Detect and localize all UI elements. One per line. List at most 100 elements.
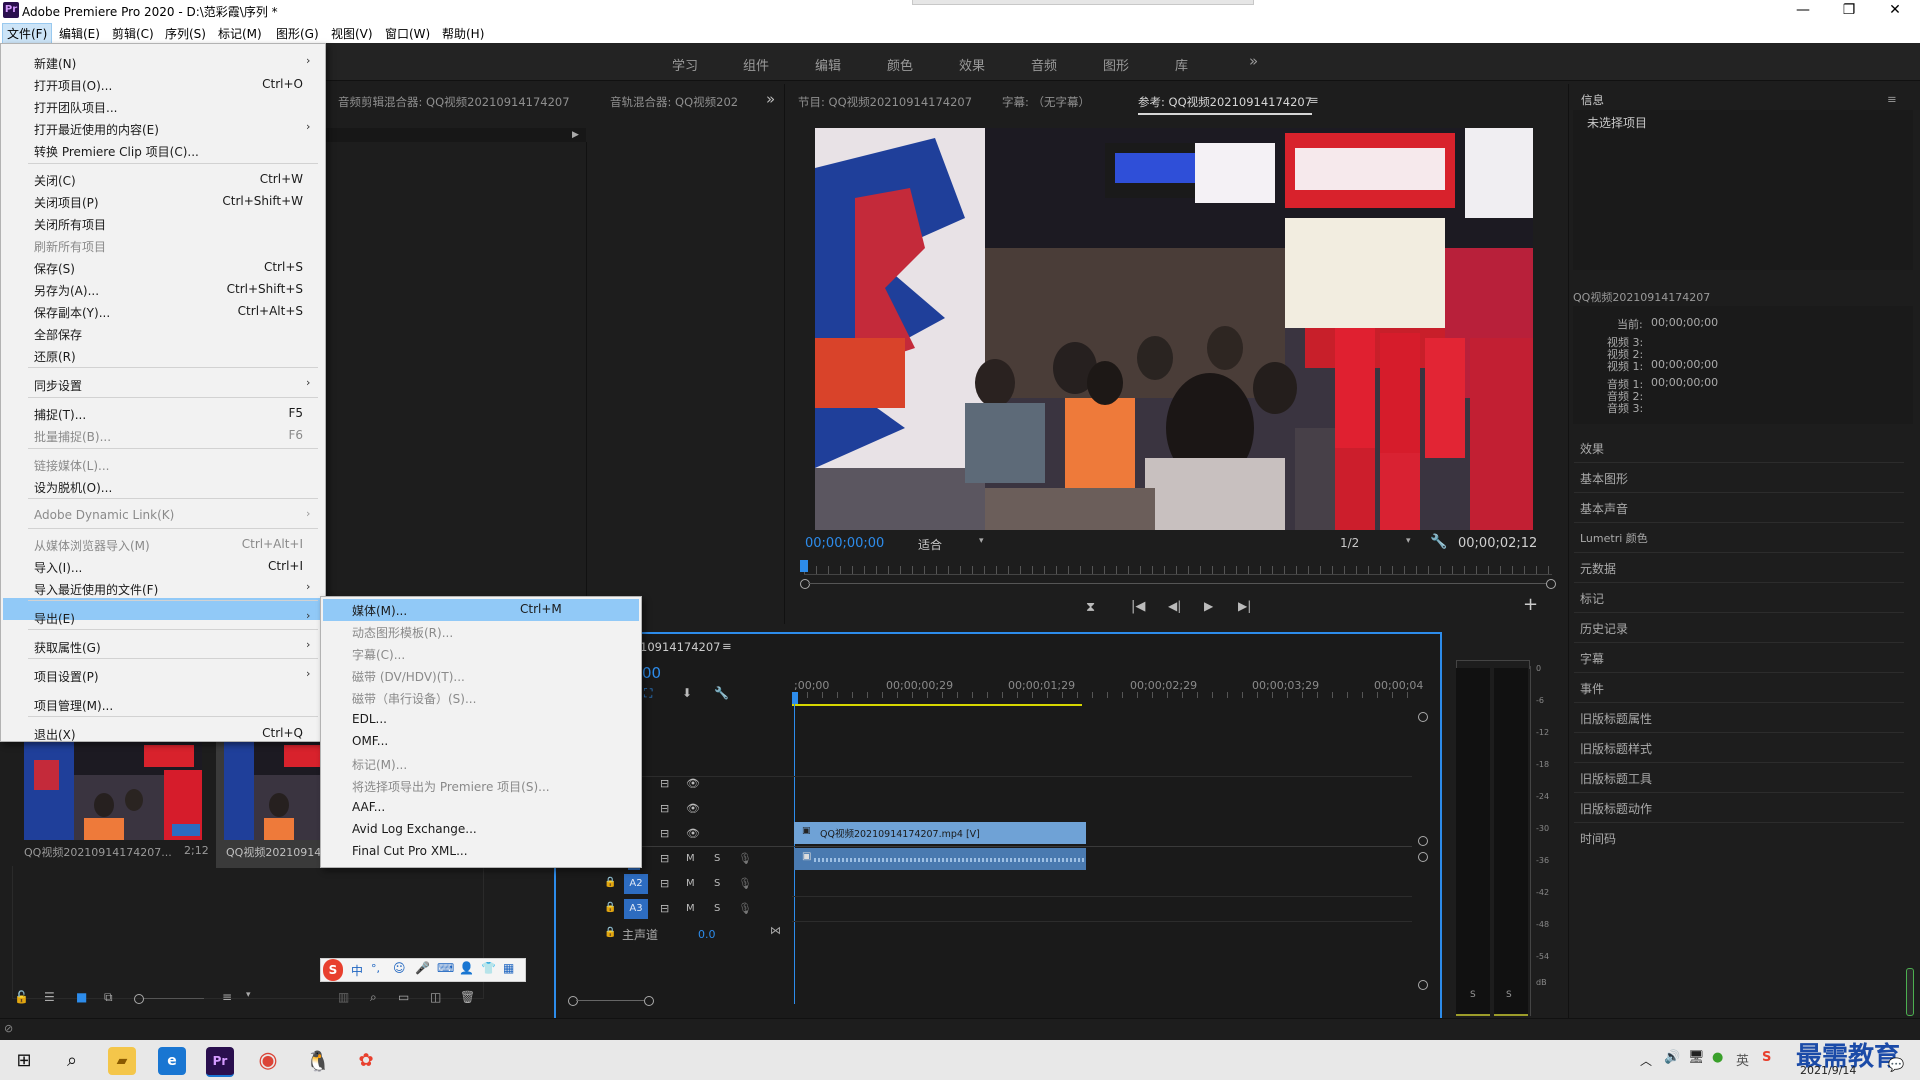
trash-icon[interactable]: 🗑	[460, 990, 475, 1004]
menu-clip[interactable]: 剪辑(C)	[108, 24, 158, 43]
meter-solo-right[interactable]: S	[1506, 990, 1512, 1000]
track-eye-icon[interactable]: 👁	[686, 802, 700, 815]
snap-icon[interactable]: ⛶	[644, 686, 652, 701]
taskbar-search-icon[interactable]: ⌕	[58, 1047, 86, 1075]
a3-mic-icon[interactable]: 🎙	[738, 902, 752, 915]
lock-icon[interactable]: 🔓	[14, 990, 29, 1004]
menu-marker[interactable]: 标记(M)	[214, 24, 266, 43]
sort-icon[interactable]: ≡	[222, 990, 232, 1004]
export-submenu-item[interactable]: OMF...	[352, 734, 388, 748]
file-menu-item[interactable]: 设为脱机(O)...	[34, 479, 112, 496]
monitor-ruler[interactable]	[804, 566, 1552, 575]
file-menu-item[interactable]: 获取属性(G)	[34, 639, 101, 656]
paint-app-icon[interactable]: ✿	[352, 1047, 380, 1075]
meter-solo-left[interactable]: S	[1470, 990, 1476, 1000]
menu-help[interactable]: 帮助(H)	[438, 24, 488, 43]
panel-events[interactable]: 事件	[1580, 680, 1604, 697]
video-clip[interactable]: ▣ QQ视频20210914174207.mp4 [V]	[794, 822, 1086, 844]
edge-browser-icon[interactable]: e	[158, 1047, 186, 1075]
a2-mute-button[interactable]: M	[686, 878, 695, 889]
qq-penguin-icon[interactable]: 🐧	[304, 1047, 332, 1075]
master-lock-icon[interactable]: 🔒	[604, 927, 616, 938]
export-submenu-item[interactable]: 媒体(M)...	[352, 602, 407, 619]
panel-history[interactable]: 历史记录	[1580, 620, 1628, 637]
ime-skin-icon[interactable]: 👕	[481, 961, 496, 975]
ime-user-icon[interactable]: 👤	[459, 961, 474, 975]
master-volume-value[interactable]: 0.0	[698, 928, 716, 941]
a2-track-label[interactable]: A2	[624, 874, 648, 894]
resolution-chevron-icon[interactable]: ▾	[1406, 536, 1411, 546]
resolution-dropdown[interactable]: 1/2	[1340, 536, 1359, 550]
a2-solo-button[interactable]: S	[714, 878, 720, 889]
file-menu-item[interactable]: 还原(R)	[34, 348, 76, 365]
panel-essential-graphics[interactable]: 基本图形	[1580, 470, 1628, 487]
timeline-wrench-icon[interactable]: 🔧	[714, 686, 729, 700]
ime-mic-icon[interactable]: 🎤	[415, 961, 430, 975]
track-sync-icon[interactable]: ⊟	[660, 852, 669, 865]
menu-view[interactable]: 视图(V)	[327, 24, 377, 43]
automate-icon[interactable]: ▥	[338, 990, 349, 1004]
export-submenu-item[interactable]: Avid Log Exchange...	[352, 822, 477, 836]
file-menu-item[interactable]: 关闭所有项目	[34, 216, 106, 233]
a2-lock-icon[interactable]: 🔒	[604, 877, 616, 888]
zoom-slider-handle[interactable]	[134, 994, 144, 1004]
track-sync-icon[interactable]: ⊟	[660, 827, 669, 840]
export-submenu-item[interactable]: Final Cut Pro XML...	[352, 844, 468, 858]
export-submenu-item[interactable]: EDL...	[352, 712, 387, 726]
timeline-playhead-head[interactable]	[792, 692, 798, 704]
maximize-button[interactable]: ❐	[1826, 0, 1872, 21]
file-menu-item[interactable]: 项目管理(M)...	[34, 697, 113, 714]
freeform-view-icon[interactable]: ⧉	[104, 990, 113, 1005]
panel-captions[interactable]: 字幕	[1580, 650, 1604, 667]
tab-reference-monitor[interactable]: 参考: QQ视频20210914174207	[1138, 94, 1313, 115]
h-scroll-handle-right[interactable]	[644, 996, 654, 1006]
menu-window[interactable]: 窗口(W)	[381, 24, 434, 43]
menu-edit[interactable]: 编辑(E)	[55, 24, 104, 43]
sogou-logo-icon[interactable]: S	[323, 959, 343, 981]
panel-effects[interactable]: 效果	[1580, 440, 1604, 457]
ime-punctuation-icon[interactable]: °,	[371, 962, 380, 975]
a1-mute-button[interactable]: M	[686, 853, 695, 864]
ime-emoji-icon[interactable]: ☺	[393, 961, 406, 975]
track-sync-icon[interactable]: ⊟	[660, 777, 669, 790]
tray-network-icon[interactable]: 🖥	[1688, 1050, 1705, 1065]
file-menu-item[interactable]: 项目设置(P)	[34, 668, 99, 685]
right-scroll-indicator[interactable]	[1906, 968, 1914, 1016]
audio-clip[interactable]: ▣	[794, 848, 1086, 870]
master-go-end-icon[interactable]: ⋈	[770, 924, 781, 937]
menu-graphics[interactable]: 图形(G)	[272, 24, 323, 43]
wrench-icon[interactable]: 🔧	[1430, 534, 1447, 550]
panel-more-icon[interactable]: »	[766, 90, 775, 108]
file-explorer-icon[interactable]: ▰	[108, 1047, 136, 1075]
new-item-icon[interactable]: ◫	[430, 990, 441, 1004]
a-scroll-handle-bottom[interactable]	[1418, 980, 1428, 990]
title-search-strip[interactable]	[912, 0, 1254, 5]
file-menu-item[interactable]: 全部保存	[34, 326, 82, 343]
tab-audio-track-mixer[interactable]: 音轨混合器: QQ视频202	[610, 94, 738, 110]
tab-program-monitor[interactable]: 节目: QQ视频20210914174207	[798, 94, 972, 110]
panel-metadata[interactable]: 元数据	[1580, 560, 1616, 577]
zoom-slider-track[interactable]	[144, 998, 204, 999]
close-button[interactable]: ✕	[1872, 0, 1918, 21]
h-scroll-handle-left[interactable]	[568, 996, 578, 1006]
a1-mic-icon[interactable]: 🎙	[738, 852, 752, 865]
project-thumbnail-2[interactable]	[224, 740, 322, 840]
a3-solo-button[interactable]: S	[714, 903, 720, 914]
export-submenu-item[interactable]: AAF...	[352, 800, 385, 814]
h-scrollbar[interactable]	[576, 1000, 644, 1001]
work-area-bar[interactable]	[792, 704, 1082, 706]
file-menu-item[interactable]: 转换 Premiere Clip 项目(C)...	[34, 143, 199, 160]
a1-solo-button[interactable]: S	[714, 853, 720, 864]
premiere-taskbar-icon[interactable]: Pr	[206, 1047, 234, 1077]
file-menu-item[interactable]: 打开最近使用的内容(E)	[34, 121, 159, 138]
a3-track-label[interactable]: A3	[624, 899, 648, 919]
sort-chevron-icon[interactable]: ▾	[246, 990, 251, 1000]
panel-lumetri-color[interactable]: Lumetri 颜色	[1580, 530, 1648, 546]
tray-ime-icon[interactable]: 英	[1736, 1050, 1749, 1069]
track-sync-icon[interactable]: ⊟	[660, 902, 669, 915]
a3-lock-icon[interactable]: 🔒	[604, 902, 616, 913]
a2-mic-icon[interactable]: 🎙	[738, 877, 752, 890]
fit-dropdown[interactable]: 适合	[918, 536, 942, 553]
panel-legacy-title-actions[interactable]: 旧版标题动作	[1580, 800, 1652, 817]
panel-legacy-title-properties[interactable]: 旧版标题属性	[1580, 710, 1652, 727]
